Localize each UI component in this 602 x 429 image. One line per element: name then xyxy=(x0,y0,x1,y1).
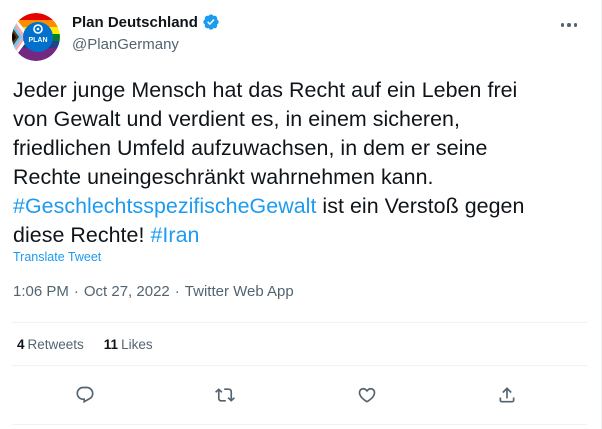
tweet-line-5: #GeschlechtsspezifischeGewalt ist ein Ve… xyxy=(13,192,583,221)
meta-separator: · xyxy=(174,283,180,300)
verified-badge-icon xyxy=(203,14,219,30)
hashtag-link[interactable]: #Iran xyxy=(150,223,199,247)
tweet-line-6: diese Rechte! #Iran xyxy=(13,221,583,250)
like-icon[interactable] xyxy=(354,382,380,408)
retweets-count: 4 xyxy=(17,337,25,352)
source-app-link[interactable]: Twitter Web App xyxy=(185,283,294,300)
share-icon[interactable] xyxy=(494,382,520,408)
translate-tweet-link[interactable]: Translate Tweet xyxy=(13,250,101,264)
avatar[interactable]: PLAN xyxy=(12,13,60,61)
author-handle[interactable]: @PlanGermany xyxy=(72,36,179,53)
plan-logo-avatar: PLAN xyxy=(12,13,60,61)
tweet-meta: 1:06 PM · Oct 27, 2022 · Twitter Web App xyxy=(13,283,294,300)
tweet-time[interactable]: 1:06 PM xyxy=(13,283,69,300)
meta-separator: · xyxy=(73,283,79,300)
author-name-row[interactable]: Plan Deutschland xyxy=(72,13,220,31)
avatar-text: PLAN xyxy=(28,37,47,44)
tweet-card: PLAN Plan Deutschland @PlanGermany Jeder… xyxy=(0,0,602,429)
retweet-icon[interactable] xyxy=(212,382,238,408)
reply-icon[interactable] xyxy=(72,382,98,408)
retweets-label: Retweets xyxy=(27,337,84,352)
divider xyxy=(12,424,587,425)
more-options-icon[interactable] xyxy=(558,16,580,34)
tweet-line-3: friedlichen Umfeld aufzuwachsen, in dem … xyxy=(13,136,488,160)
divider xyxy=(12,322,587,323)
tweet-text: Jeder junge Mensch hat das Recht auf ein… xyxy=(13,76,583,250)
hashtag-link[interactable]: #GeschlechtsspezifischeGewalt xyxy=(13,194,316,218)
tweet-line-1: Jeder junge Mensch hat das Recht auf ein… xyxy=(13,78,518,102)
divider xyxy=(12,365,587,366)
tweet-line-6-text: diese Rechte! xyxy=(13,223,151,247)
display-name[interactable]: Plan Deutschland xyxy=(72,14,198,31)
tweet-line-5-text: ist ein Verstoß gegen xyxy=(316,194,525,218)
retweets-stat[interactable]: 4 Retweets xyxy=(17,337,84,352)
tweet-line-4: Rechte uneingeschränkt wahrnehmen kann. xyxy=(13,165,434,189)
tweet-actions-bar xyxy=(0,382,602,408)
likes-label: Likes xyxy=(121,337,153,352)
tweet-date[interactable]: Oct 27, 2022 xyxy=(84,283,170,300)
likes-count: 11 xyxy=(103,337,119,352)
likes-stat[interactable]: 11 Likes xyxy=(104,337,153,352)
tweet-line-2: von Gewalt und verdient es, in einem sic… xyxy=(13,107,460,131)
tweet-stats: 4 Retweets 11 Likes xyxy=(17,337,153,352)
